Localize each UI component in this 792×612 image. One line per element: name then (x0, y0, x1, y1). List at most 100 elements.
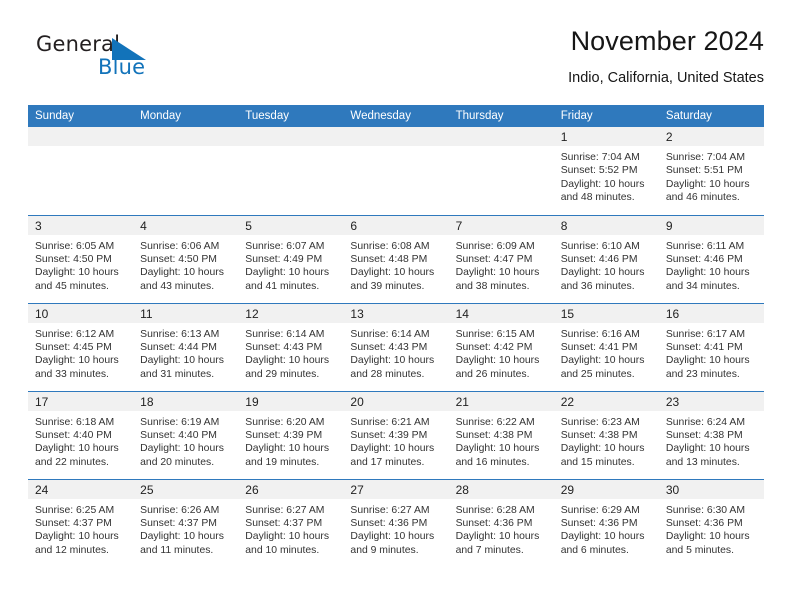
calendar-day-cell[interactable]: 4 Sunrise: 6:06 AM Sunset: 4:50 PM Daylight… (133, 214, 239, 303)
calendar-day-cell[interactable]: 27 Sunrise: 6:27 AM Sunset: 4:36 PM Dayligh… (343, 478, 449, 567)
calendar-day-cell[interactable]: 17 Sunrise: 6:18 AM Sunset: 4:40 PM Dayligh… (28, 390, 134, 479)
day-number: 15 (553, 303, 659, 323)
day-number: 28 (448, 479, 554, 499)
day-sun-info: Sunrise: 6:30 AM Sunset: 4:36 PM Daylight:… (659, 499, 764, 558)
sunset-text: Sunset: 4:36 PM (665, 517, 743, 529)
day-number: 25 (133, 479, 239, 499)
day-sun-info: Sunrise: 6:21 AM Sunset: 4:39 PM Daylight:… (343, 411, 448, 470)
calendar-day-cell[interactable]: 12 Sunrise: 6:14 AM Sunset: 4:43 PM Dayligh… (238, 302, 344, 391)
calendar-table: Sunday Monday Tuesday Wednesday Thursday… (28, 105, 764, 567)
calendar-day-cell[interactable]: 8 Sunrise: 6:10 AM Sunset: 4:46 PM Daylight… (553, 214, 659, 303)
calendar-day-cell[interactable]: 28 Sunrise: 6:28 AM Sunset: 4:36 PM Dayligh… (448, 478, 554, 567)
sunrise-text: Sunrise: 6:26 AM (140, 504, 220, 516)
calendar-day-cell[interactable]: 3 Sunrise: 6:05 AM Sunset: 4:50 PM Daylight… (28, 214, 134, 303)
calendar-day-cell[interactable]: 15 Sunrise: 6:16 AM Sunset: 4:41 PM Dayligh… (553, 302, 659, 391)
calendar-day-cell[interactable]: 25 Sunrise: 6:26 AM Sunset: 4:37 PM Dayligh… (133, 478, 239, 567)
calendar-day-cell[interactable]: 16 Sunrise: 6:17 AM Sunset: 4:41 PM Dayligh… (658, 302, 764, 391)
daylight-text: Daylight: 10 hours and 33 minutes. (35, 355, 119, 380)
calendar-day-cell[interactable]: 13 Sunrise: 6:14 AM Sunset: 4:43 PM Dayligh… (343, 302, 449, 391)
calendar-day-cell[interactable]: 30 Sunrise: 6:30 AM Sunset: 4:36 PM Dayligh… (658, 478, 764, 567)
day-sun-info: Sunrise: 7:04 AM Sunset: 5:51 PM Daylight:… (659, 146, 764, 205)
sunset-text: Sunset: 4:36 PM (455, 517, 533, 529)
calendar-day-cell[interactable]: 11 Sunrise: 6:13 AM Sunset: 4:44 PM Dayligh… (133, 302, 239, 391)
calendar-day-cell[interactable]: 29 Sunrise: 6:29 AM Sunset: 4:36 PM Dayligh… (553, 478, 659, 567)
sunset-text: Sunset: 4:44 PM (140, 341, 217, 353)
day-number: 17 (28, 391, 134, 411)
calendar-day-cell[interactable]: 20 Sunrise: 6:21 AM Sunset: 4:39 PM Dayligh… (343, 390, 449, 479)
calendar-head: Sunday Monday Tuesday Wednesday Thursday… (28, 105, 764, 127)
sunset-text: Sunset: 4:47 PM (455, 253, 533, 265)
daylight-text: Daylight: 10 hours and 28 minutes. (350, 355, 435, 380)
daylight-text: Daylight: 10 hours and 34 minutes. (665, 267, 750, 292)
sunset-text: Sunset: 4:41 PM (560, 341, 638, 353)
day-number: 23 (658, 391, 764, 411)
sunrise-text: Sunrise: 6:21 AM (350, 416, 430, 428)
day-sun-info: Sunrise: 7:04 AM Sunset: 5:52 PM Daylight:… (554, 146, 659, 205)
sunset-text: Sunset: 4:43 PM (350, 341, 428, 353)
day-sun-info: Sunrise: 6:15 AM Sunset: 4:42 PM Daylight:… (449, 323, 554, 382)
calendar-day-cell[interactable]: 2 Sunrise: 7:04 AM Sunset: 5:51 PM Daylight… (658, 127, 764, 215)
brand-logo[interactable]: General Blue (36, 32, 216, 90)
calendar-week-row: 17 Sunrise: 6:18 AM Sunset: 4:40 PM Dayligh… (28, 390, 764, 479)
daylight-text: Daylight: 10 hours and 9 minutes. (350, 531, 435, 556)
daylight-text: Daylight: 10 hours and 16 minutes. (455, 443, 540, 468)
weekday-header-sunday: Sunday (28, 105, 134, 127)
sunset-text: Sunset: 4:37 PM (140, 517, 217, 529)
weekday-header-wednesday: Wednesday (343, 105, 449, 127)
calendar-week-row: 3 Sunrise: 6:05 AM Sunset: 4:50 PM Daylight… (28, 214, 764, 303)
daylight-text: Daylight: 10 hours and 13 minutes. (665, 443, 750, 468)
sunset-text: Sunset: 4:36 PM (560, 517, 638, 529)
calendar-week-row: 1 Sunrise: 7:04 AM Sunset: 5:52 PM Daylight… (28, 127, 764, 215)
day-number: 24 (28, 479, 134, 499)
calendar-day-cell[interactable]: 10 Sunrise: 6:12 AM Sunset: 4:45 PM Dayligh… (28, 302, 134, 391)
daylight-text: Daylight: 10 hours and 38 minutes. (455, 267, 540, 292)
day-sun-info: Sunrise: 6:27 AM Sunset: 4:37 PM Daylight:… (238, 499, 343, 558)
day-number: 27 (343, 479, 449, 499)
calendar-day-cell[interactable]: 26 Sunrise: 6:27 AM Sunset: 4:37 PM Dayligh… (238, 478, 344, 567)
day-sun-info: Sunrise: 6:05 AM Sunset: 4:50 PM Daylight:… (28, 235, 133, 294)
sunrise-text: Sunrise: 6:14 AM (245, 328, 325, 340)
calendar-empty-cell (448, 127, 554, 215)
calendar-day-cell[interactable]: 5 Sunrise: 6:07 AM Sunset: 4:49 PM Daylight… (238, 214, 344, 303)
calendar-day-cell[interactable]: 21 Sunrise: 6:22 AM Sunset: 4:38 PM Dayligh… (448, 390, 554, 479)
calendar-day-cell[interactable]: 14 Sunrise: 6:15 AM Sunset: 4:42 PM Dayligh… (448, 302, 554, 391)
calendar-body: 1 Sunrise: 7:04 AM Sunset: 5:52 PM Daylight… (28, 127, 764, 567)
calendar-day-cell[interactable]: 1 Sunrise: 7:04 AM Sunset: 5:52 PM Daylight… (553, 127, 659, 215)
day-sun-info: Sunrise: 6:12 AM Sunset: 4:45 PM Daylight:… (28, 323, 133, 382)
day-number: 9 (658, 215, 764, 235)
calendar-empty-cell (133, 127, 239, 215)
day-number: 29 (553, 479, 659, 499)
sunrise-text: Sunrise: 7:04 AM (560, 152, 640, 163)
daylight-text: Daylight: 10 hours and 46 minutes. (665, 178, 750, 204)
calendar-day-cell[interactable]: 19 Sunrise: 6:20 AM Sunset: 4:39 PM Dayligh… (238, 390, 344, 479)
daylight-text: Daylight: 10 hours and 6 minutes. (560, 531, 645, 556)
weekday-header-thursday: Thursday (448, 105, 554, 127)
calendar-day-cell[interactable]: 9 Sunrise: 6:11 AM Sunset: 4:46 PM Daylight… (658, 214, 764, 303)
calendar-day-cell[interactable]: 24 Sunrise: 6:25 AM Sunset: 4:37 PM Dayligh… (28, 478, 134, 567)
daylight-text: Daylight: 10 hours and 11 minutes. (140, 531, 224, 556)
page-title: November 2024 (570, 26, 764, 56)
calendar-day-cell[interactable]: 23 Sunrise: 6:24 AM Sunset: 4:38 PM Dayligh… (658, 390, 764, 479)
daylight-text: Daylight: 10 hours and 36 minutes. (560, 267, 645, 292)
daylight-text: Daylight: 10 hours and 48 minutes. (560, 178, 645, 204)
day-sun-info: Sunrise: 6:20 AM Sunset: 4:39 PM Daylight:… (238, 411, 343, 470)
sunset-text: Sunset: 4:38 PM (455, 429, 533, 441)
sunset-text: Sunset: 4:40 PM (35, 429, 112, 441)
sunset-text: Sunset: 5:52 PM (560, 165, 638, 177)
day-number (448, 127, 554, 146)
day-number: 16 (658, 303, 764, 323)
sunset-text: Sunset: 4:45 PM (35, 341, 112, 353)
calendar-day-cell[interactable]: 18 Sunrise: 6:19 AM Sunset: 4:40 PM Dayligh… (133, 390, 239, 479)
calendar-day-cell[interactable]: 7 Sunrise: 6:09 AM Sunset: 4:47 PM Daylight… (448, 214, 554, 303)
daylight-text: Daylight: 10 hours and 39 minutes. (350, 267, 435, 292)
day-sun-info: Sunrise: 6:10 AM Sunset: 4:46 PM Daylight:… (554, 235, 659, 294)
sunset-text: Sunset: 4:38 PM (665, 429, 743, 441)
day-sun-info: Sunrise: 6:23 AM Sunset: 4:38 PM Daylight:… (554, 411, 659, 470)
sunrise-text: Sunrise: 6:19 AM (140, 416, 220, 428)
sunrise-text: Sunrise: 6:18 AM (35, 416, 115, 428)
sunset-text: Sunset: 4:37 PM (35, 517, 112, 529)
sunrise-text: Sunrise: 6:06 AM (140, 240, 220, 252)
sunrise-text: Sunrise: 6:08 AM (350, 240, 430, 252)
calendar-day-cell[interactable]: 6 Sunrise: 6:08 AM Sunset: 4:48 PM Daylight… (343, 214, 449, 303)
calendar-day-cell[interactable]: 22 Sunrise: 6:23 AM Sunset: 4:38 PM Dayligh… (553, 390, 659, 479)
